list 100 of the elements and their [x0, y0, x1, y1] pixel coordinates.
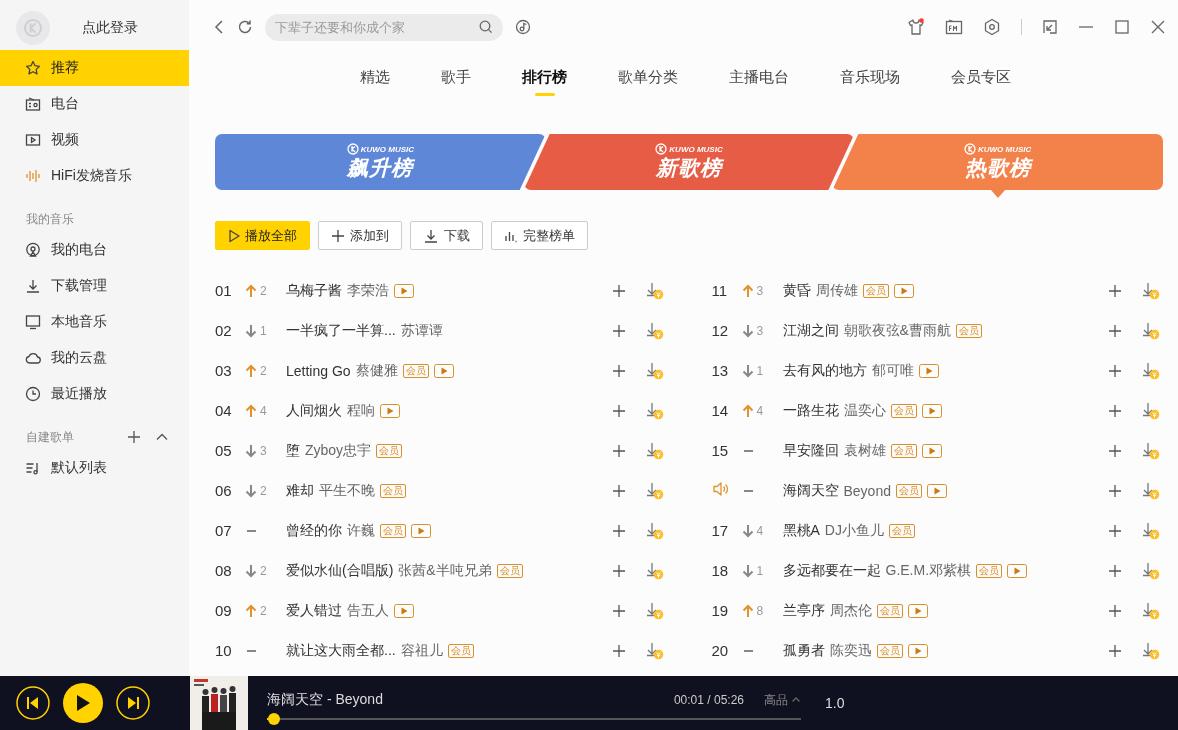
nav-tab[interactable]: 歌单分类: [618, 66, 678, 98]
vip-tag: 会员: [380, 484, 406, 498]
next-button[interactable]: [115, 685, 151, 721]
artist-name[interactable]: Zyboy忠宇: [305, 442, 372, 460]
add-icon: [1108, 524, 1122, 538]
sidebar-item[interactable]: 电台: [0, 86, 189, 122]
paid-download-icon: [645, 562, 664, 580]
song-title[interactable]: 乌梅子酱: [286, 282, 342, 300]
song-title[interactable]: 人间烟火: [286, 402, 342, 420]
artist-name[interactable]: 平生不晚: [319, 482, 375, 500]
paid-download-icon: [1142, 282, 1160, 300]
song-title[interactable]: 孤勇者: [782, 642, 825, 660]
song-title[interactable]: 兰亭序: [782, 602, 825, 620]
vip-tag: 会员: [862, 284, 889, 298]
song-title[interactable]: 去有风的地方: [782, 362, 867, 380]
previous-icon: [15, 685, 51, 721]
artist-name[interactable]: 郁可唯: [871, 362, 914, 380]
artist-name[interactable]: 张茜&半吨兄弟: [398, 562, 492, 580]
artist-name[interactable]: 袁树雄: [843, 442, 886, 460]
vip-tag: 会员: [955, 324, 982, 338]
song-title[interactable]: 早安隆回: [782, 442, 839, 460]
brand-logo-icon: [346, 143, 359, 155]
nav-tab[interactable]: 排行榜: [522, 66, 567, 98]
nav-tab[interactable]: 音乐现场: [840, 66, 900, 98]
settings-icon: [983, 18, 1001, 36]
sidebar-item[interactable]: 默认列表: [0, 450, 189, 486]
song-title[interactable]: 就让这大雨全都...: [286, 642, 396, 660]
artist-name[interactable]: 告五人: [347, 602, 389, 620]
paid-download-icon: [1142, 402, 1160, 420]
search-field[interactable]: 下辈子还要和你成个家: [265, 13, 503, 41]
chart-banner[interactable]: KUWO MUSIC 飙升榜: [215, 134, 546, 190]
artist-name[interactable]: 程响: [347, 402, 375, 420]
sidebar-item[interactable]: 我的云盘: [0, 340, 189, 376]
nav-tab[interactable]: 精选: [360, 66, 390, 98]
play-icon: [228, 228, 240, 243]
refresh-icon: [237, 19, 253, 35]
artist-name[interactable]: 陈奕迅: [829, 642, 872, 660]
download-button[interactable]: 下载: [410, 221, 483, 250]
song-title[interactable]: 黄昏: [782, 282, 811, 300]
song-title[interactable]: 一路生花: [782, 402, 839, 420]
play-all-button[interactable]: 播放全部: [215, 221, 310, 250]
paid-download-icon: [1142, 642, 1160, 660]
paid-download-icon: [645, 282, 664, 300]
artist-name[interactable]: 周传雄: [815, 282, 858, 300]
quality-selector[interactable]: 高品: [764, 691, 801, 709]
play-button[interactable]: [63, 683, 103, 723]
song-title[interactable]: 堕: [286, 442, 300, 460]
artist-name[interactable]: 苏谭谭: [400, 322, 443, 340]
vip-tag: 会员: [447, 644, 474, 658]
rank-change: 4: [756, 404, 764, 418]
artist-name[interactable]: 周杰伦: [829, 602, 872, 620]
add-icon: [1108, 444, 1122, 458]
artist-name[interactable]: 朝歌夜弦&曹雨航: [843, 322, 951, 340]
song-title[interactable]: 曾经的你: [286, 522, 342, 540]
song-title[interactable]: 多远都要在一起: [782, 562, 881, 580]
rank-number: 19: [711, 602, 729, 619]
sidebar-item[interactable]: 视频: [0, 122, 189, 158]
song-title[interactable]: Letting Go: [286, 363, 351, 379]
song-title[interactable]: 黑桃A: [782, 522, 820, 540]
podcast-icon: [25, 242, 41, 258]
artist-name[interactable]: 温奕心: [843, 402, 886, 420]
artist-name[interactable]: 许巍: [347, 522, 375, 540]
sidebar-item[interactable]: 本地音乐: [0, 304, 189, 340]
sidebar-item[interactable]: 推荐: [0, 50, 189, 86]
rank-number: 12: [711, 322, 729, 339]
playback-time: 00:01 / 05:26: [673, 693, 744, 707]
artist-name[interactable]: 蔡健雅: [355, 362, 398, 380]
add-icon: [611, 564, 626, 578]
song-title[interactable]: 难却: [286, 482, 314, 500]
song-title[interactable]: 爱人错过: [286, 602, 342, 620]
nav-tab[interactable]: 主播电台: [729, 66, 789, 98]
artist-name[interactable]: DJ小鱼儿: [824, 522, 884, 540]
vip-tag: 会员: [876, 644, 903, 658]
paid-download-icon: [645, 442, 664, 460]
artist-name[interactable]: G.E.M.邓紫棋: [885, 562, 972, 580]
sidebar-item[interactable]: 下载管理: [0, 268, 189, 304]
artist-name[interactable]: Beyond: [843, 483, 891, 499]
song-title[interactable]: 江湖之间: [782, 322, 839, 340]
full-chart-button[interactable]: 完整榜单: [491, 221, 588, 250]
add-to-button[interactable]: 添加到: [318, 221, 402, 250]
login-link[interactable]: 点此登录: [82, 19, 138, 37]
nav-tab[interactable]: 会员专区: [951, 66, 1011, 98]
song-title[interactable]: 爱似水仙(合唱版): [286, 562, 394, 580]
playback-speed[interactable]: 1.0: [825, 695, 845, 711]
sidebar-item[interactable]: HiFi发烧音乐: [0, 158, 189, 194]
selection-pointer: [990, 190, 1005, 198]
chart-banner[interactable]: KUWO MUSIC 新歌榜: [523, 134, 855, 190]
banner-title: 飙升榜: [347, 155, 414, 181]
sidebar-item[interactable]: 最近播放: [0, 376, 189, 412]
mini-mode-icon: [1042, 19, 1058, 35]
song-title[interactable]: 海阔天空: [782, 482, 839, 500]
progress-thumb[interactable]: [268, 713, 281, 725]
nav-tab[interactable]: 歌手: [441, 66, 471, 98]
artist-name[interactable]: 李荣浩: [347, 282, 389, 300]
song-title[interactable]: 一半疯了一半算...: [286, 322, 396, 340]
brand-text: KUWO MUSIC: [669, 144, 723, 154]
previous-button[interactable]: [15, 685, 51, 721]
sidebar-item[interactable]: 我的电台: [0, 232, 189, 268]
maximize-icon: [1114, 19, 1130, 35]
artist-name[interactable]: 容祖儿: [400, 642, 443, 660]
